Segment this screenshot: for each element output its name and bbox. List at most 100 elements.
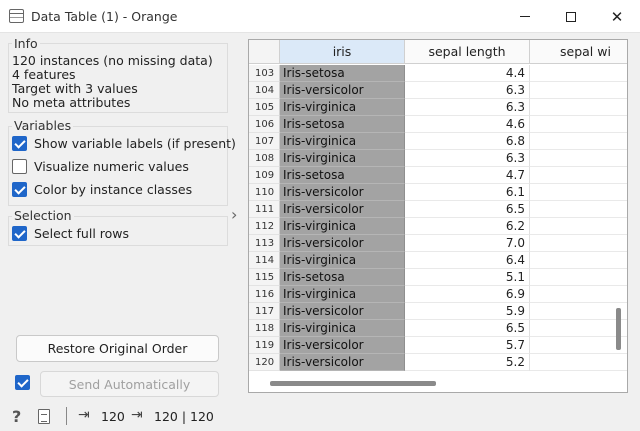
show-variable-labels-checkbox[interactable] xyxy=(12,136,27,151)
row-index[interactable]: 111 xyxy=(249,201,280,218)
cell-sepal-length[interactable]: 6.1 xyxy=(405,184,530,201)
cell-sepal-length[interactable]: 6.8 xyxy=(405,133,530,150)
color-by-class-checkbox[interactable] xyxy=(12,182,27,197)
cell-sepal-width[interactable] xyxy=(530,99,627,116)
table-row[interactable]: 118 Iris-virginica 6.5 xyxy=(249,320,627,337)
cell-sepal-width[interactable] xyxy=(530,252,627,269)
cell-sepal-width[interactable] xyxy=(530,354,627,371)
cell-sepal-width[interactable] xyxy=(530,133,627,150)
cell-iris[interactable]: Iris-setosa xyxy=(280,269,405,286)
cell-iris[interactable]: Iris-virginica xyxy=(280,218,405,235)
row-index[interactable]: 110 xyxy=(249,184,280,201)
cell-sepal-width[interactable] xyxy=(530,116,627,133)
row-index[interactable]: 115 xyxy=(249,269,280,286)
cell-sepal-width[interactable] xyxy=(530,201,627,218)
table-row[interactable]: 105 Iris-virginica 6.3 xyxy=(249,99,627,116)
row-index[interactable]: 109 xyxy=(249,167,280,184)
cell-iris[interactable]: Iris-versicolor xyxy=(280,337,405,354)
table-row[interactable]: 106 Iris-setosa 4.6 xyxy=(249,116,627,133)
cell-iris[interactable]: Iris-setosa xyxy=(280,167,405,184)
cell-sepal-length[interactable]: 6.5 xyxy=(405,201,530,218)
cell-iris[interactable]: Iris-virginica xyxy=(280,252,405,269)
table-row[interactable]: 113 Iris-versicolor 7.0 xyxy=(249,235,627,252)
cell-iris[interactable]: Iris-versicolor xyxy=(280,303,405,320)
row-index[interactable]: 108 xyxy=(249,150,280,167)
row-index[interactable]: 107 xyxy=(249,133,280,150)
data-table[interactable]: iris sepal length sepal wi 103 Iris-setos… xyxy=(248,39,628,393)
row-index[interactable]: 105 xyxy=(249,99,280,116)
minimize-button[interactable] xyxy=(502,0,548,33)
cell-sepal-length[interactable]: 4.6 xyxy=(405,116,530,133)
table-row[interactable]: 115 Iris-setosa 5.1 xyxy=(249,269,627,286)
cell-sepal-length[interactable]: 4.7 xyxy=(405,167,530,184)
select-full-rows-checkbox[interactable] xyxy=(12,226,27,241)
cell-sepal-length[interactable]: 6.5 xyxy=(405,320,530,337)
send-automatically-checkbox[interactable] xyxy=(15,375,30,390)
table-row[interactable]: 116 Iris-virginica 6.9 xyxy=(249,286,627,303)
horizontal-scrollbar-thumb[interactable] xyxy=(270,381,436,386)
cell-sepal-width[interactable] xyxy=(530,286,627,303)
row-index[interactable]: 118 xyxy=(249,320,280,337)
cell-sepal-width[interactable] xyxy=(530,65,627,82)
cell-sepal-length[interactable]: 4.4 xyxy=(405,65,530,82)
row-index[interactable]: 104 xyxy=(249,82,280,99)
row-index[interactable]: 120 xyxy=(249,354,280,371)
chevron-right-icon[interactable]: › xyxy=(231,207,241,223)
cell-sepal-length[interactable]: 6.3 xyxy=(405,150,530,167)
row-index[interactable]: 103 xyxy=(249,65,280,82)
cell-sepal-length[interactable]: 6.3 xyxy=(405,82,530,99)
column-header-sepal-width[interactable]: sepal wi xyxy=(530,40,627,64)
table-row[interactable]: 110 Iris-versicolor 6.1 xyxy=(249,184,627,201)
cell-sepal-width[interactable] xyxy=(530,184,627,201)
send-automatically-button[interactable]: Send Automatically xyxy=(40,371,219,397)
cell-sepal-width[interactable] xyxy=(530,337,627,354)
cell-sepal-width[interactable] xyxy=(530,150,627,167)
cell-sepal-width[interactable] xyxy=(530,320,627,337)
row-index[interactable]: 113 xyxy=(249,235,280,252)
help-icon[interactable]: ? xyxy=(12,407,21,426)
row-index[interactable]: 116 xyxy=(249,286,280,303)
table-row[interactable]: 111 Iris-versicolor 6.5 xyxy=(249,201,627,218)
visualize-numeric-option[interactable]: Visualize numeric values xyxy=(12,159,189,174)
table-row[interactable]: 114 Iris-virginica 6.4 xyxy=(249,252,627,269)
cell-iris[interactable]: Iris-setosa xyxy=(280,65,405,82)
cell-sepal-length[interactable]: 5.1 xyxy=(405,269,530,286)
cell-sepal-length[interactable]: 6.2 xyxy=(405,218,530,235)
cell-sepal-length[interactable]: 6.3 xyxy=(405,99,530,116)
cell-iris[interactable]: Iris-versicolor xyxy=(280,201,405,218)
cell-sepal-width[interactable] xyxy=(530,269,627,286)
cell-iris[interactable]: Iris-versicolor xyxy=(280,354,405,371)
table-corner[interactable] xyxy=(249,40,280,64)
cell-sepal-length[interactable]: 6.9 xyxy=(405,286,530,303)
table-row[interactable]: 104 Iris-versicolor 6.3 xyxy=(249,82,627,99)
color-by-class-option[interactable]: Color by instance classes xyxy=(12,182,192,197)
vertical-scrollbar-thumb[interactable] xyxy=(616,308,621,350)
cell-iris[interactable]: Iris-virginica xyxy=(280,320,405,337)
cell-iris[interactable]: Iris-versicolor xyxy=(280,235,405,252)
table-row[interactable]: 108 Iris-virginica 6.3 xyxy=(249,150,627,167)
restore-original-order-button[interactable]: Restore Original Order xyxy=(16,335,219,362)
row-index[interactable]: 112 xyxy=(249,218,280,235)
cell-sepal-length[interactable]: 5.7 xyxy=(405,337,530,354)
cell-sepal-width[interactable] xyxy=(530,218,627,235)
cell-iris[interactable]: Iris-versicolor xyxy=(280,82,405,99)
table-row[interactable]: 119 Iris-versicolor 5.7 xyxy=(249,337,627,354)
column-header-sepal-length[interactable]: sepal length xyxy=(405,40,530,64)
cell-iris[interactable]: Iris-setosa xyxy=(280,116,405,133)
cell-iris[interactable]: Iris-virginica xyxy=(280,99,405,116)
cell-sepal-length[interactable]: 7.0 xyxy=(405,235,530,252)
cell-sepal-width[interactable] xyxy=(530,303,627,320)
show-variable-labels-option[interactable]: Show variable labels (if present) xyxy=(12,136,236,151)
row-index[interactable]: 106 xyxy=(249,116,280,133)
maximize-button[interactable] xyxy=(548,0,594,33)
cell-sepal-width[interactable] xyxy=(530,82,627,99)
cell-sepal-length[interactable]: 6.4 xyxy=(405,252,530,269)
table-row[interactable]: 109 Iris-setosa 4.7 xyxy=(249,167,627,184)
cell-sepal-width[interactable] xyxy=(530,167,627,184)
cell-iris[interactable]: Iris-virginica xyxy=(280,150,405,167)
row-index[interactable]: 117 xyxy=(249,303,280,320)
table-row[interactable]: 103 Iris-setosa 4.4 xyxy=(249,65,627,82)
cell-iris[interactable]: Iris-versicolor xyxy=(280,184,405,201)
visualize-numeric-checkbox[interactable] xyxy=(12,159,27,174)
table-row[interactable]: 112 Iris-virginica 6.2 xyxy=(249,218,627,235)
